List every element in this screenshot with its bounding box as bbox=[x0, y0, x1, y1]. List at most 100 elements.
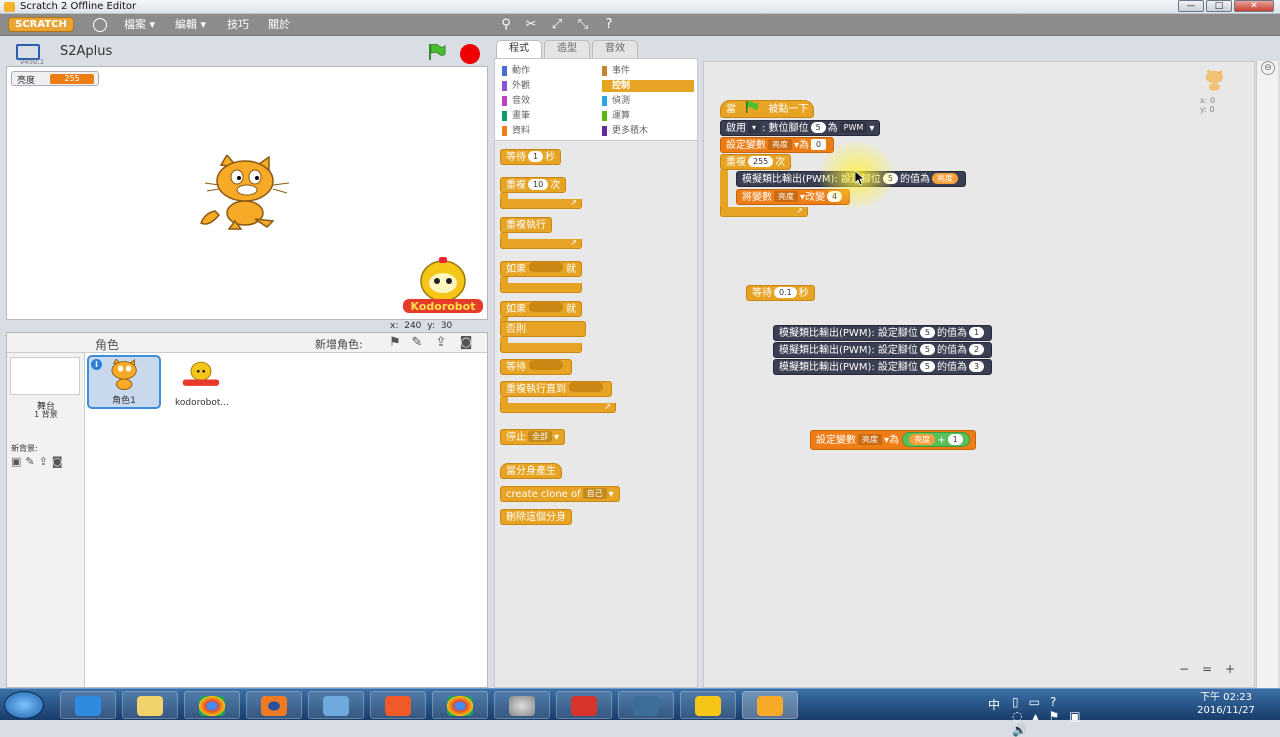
block-palette: 動作 事件 外觀 控制 音效 偵測 畫筆 運算 資料 更多積木 等待 1 秒 重複 1… bbox=[494, 58, 698, 688]
clock[interactable]: 下午 02:23 2016/11/27 bbox=[1186, 691, 1266, 717]
cat-icon bbox=[1205, 68, 1224, 91]
camera-icon[interactable]: ◙ bbox=[458, 335, 474, 351]
language-globe-icon[interactable] bbox=[93, 18, 107, 32]
stop-button[interactable] bbox=[460, 44, 480, 64]
sprite-name: kodorobot... bbox=[175, 398, 229, 408]
block-if-else[interactable]: 如果就 bbox=[500, 301, 582, 317]
category-sensing[interactable]: 偵測 bbox=[602, 95, 630, 107]
category-looks[interactable]: 外觀 bbox=[502, 80, 530, 92]
close-button[interactable]: ✕ bbox=[1234, 0, 1274, 12]
upload-sprite-icon[interactable]: ⇪ bbox=[433, 335, 449, 351]
block-repeat-script[interactable]: 重複 255 次 bbox=[720, 154, 792, 170]
block-analog-write-loose[interactable]: 模擬類比輸出(PWM): 設定腳位 5 的值為 3 bbox=[773, 359, 993, 375]
taskbar-app-8[interactable] bbox=[494, 691, 550, 719]
script-scrollbar[interactable]: ⊖ bbox=[1256, 61, 1278, 688]
menu-file[interactable]: 檔案 ▾ bbox=[124, 17, 155, 33]
taskbar-app-5[interactable] bbox=[308, 691, 364, 719]
menu-bar: SCRATCH 檔案 ▾ 編輯 ▾ 技巧 關於 ⚲ ✂ ⤢ ⤡ ? bbox=[0, 14, 1280, 36]
block-wait-until[interactable]: 等待 bbox=[500, 359, 572, 375]
zoom-fit-icon[interactable]: ⊖ bbox=[1261, 61, 1275, 75]
block-stop[interactable]: 停止 全部 ▾ bbox=[500, 429, 566, 445]
taskbar-chrome-2[interactable] bbox=[432, 691, 488, 719]
category-more-blocks[interactable]: 更多積木 bbox=[602, 125, 648, 137]
block-repeat-until[interactable]: 重複執行直到 bbox=[500, 381, 612, 397]
shrink-icon[interactable]: ⤡ bbox=[575, 17, 591, 33]
block-enable-pin[interactable]: 啟用 ▾: 數位腳位 5 為 PWM ▾ bbox=[720, 120, 881, 136]
repeat-arrow-icon: ↗ bbox=[500, 199, 582, 209]
operator-add-block[interactable]: 亮度 +1 bbox=[902, 432, 970, 447]
category-operators[interactable]: 運算 bbox=[602, 110, 630, 122]
script-area[interactable]: 當 被點一下 啟用 ▾: 數位腳位 5 為 PWM ▾ 設定變數 亮度 ▾為 0 重複 255 次 … bbox=[703, 61, 1255, 688]
block-wait[interactable]: 等待 1 秒 bbox=[500, 149, 562, 165]
block-when-clone-starts[interactable]: 當分身產生 bbox=[500, 463, 562, 479]
category-data[interactable]: 資料 bbox=[502, 125, 530, 137]
taskbar-chrome[interactable] bbox=[184, 691, 240, 719]
green-flag-icon[interactable] bbox=[428, 44, 446, 60]
tab-costumes[interactable]: 造型 bbox=[544, 40, 590, 58]
block-set-variable-expression[interactable]: 設定變數 亮度 ▾為 亮度 +1 bbox=[810, 430, 976, 450]
picture-icon bbox=[633, 696, 659, 716]
hat-block-when-flag-clicked[interactable]: 當 被點一下 bbox=[720, 100, 815, 118]
tab-scripts[interactable]: 程式 bbox=[496, 40, 542, 58]
taskbar-app-10[interactable] bbox=[618, 691, 674, 719]
menu-about[interactable]: 關於 bbox=[268, 17, 290, 33]
category-events[interactable]: 事件 bbox=[602, 65, 630, 77]
category-motion[interactable]: 動作 bbox=[502, 65, 530, 77]
maximize-button[interactable]: □ bbox=[1206, 0, 1232, 12]
tab-sounds[interactable]: 音效 bbox=[592, 40, 638, 58]
scratch-cat-sprite[interactable] bbox=[199, 155, 295, 233]
zoom-reset-icon[interactable]: = bbox=[1199, 661, 1215, 677]
block-forever[interactable]: 重複執行 bbox=[500, 217, 552, 233]
category-control[interactable]: 控制 bbox=[602, 80, 694, 92]
sprite-library-icon[interactable]: ⚑ bbox=[387, 335, 403, 351]
block-if[interactable]: 如果就 bbox=[500, 261, 582, 277]
sprite-tile-cat[interactable]: i 角色1 bbox=[87, 355, 161, 409]
info-icon[interactable]: i bbox=[91, 359, 102, 370]
backdrop-tools[interactable]: ▣✎⇪◙ bbox=[11, 455, 67, 468]
delete-scissors-icon[interactable]: ✂ bbox=[523, 17, 539, 33]
scratch-logo[interactable]: SCRATCH bbox=[8, 17, 74, 32]
sprite-tile-kodorobot[interactable]: kodorobot... bbox=[165, 355, 239, 409]
block-wait-loose[interactable]: 等待 0.1 秒 bbox=[746, 285, 815, 301]
variable-monitor[interactable]: 亮度 255 bbox=[11, 71, 99, 86]
minimize-button[interactable]: — bbox=[1178, 0, 1204, 12]
taskbar-explorer[interactable] bbox=[122, 691, 178, 719]
category-pen[interactable]: 畫筆 bbox=[502, 110, 530, 122]
disc-icon bbox=[509, 696, 535, 716]
block-analog-write-loose[interactable]: 模擬類比輸出(PWM): 設定腳位 5 的值為 1 bbox=[773, 325, 993, 341]
stage-thumbnail[interactable] bbox=[10, 357, 80, 395]
duplicate-stamp-icon[interactable]: ⚲ bbox=[498, 17, 514, 33]
block-repeat[interactable]: 重複 10 次 bbox=[500, 177, 567, 193]
taskbar-firefox[interactable] bbox=[246, 691, 302, 719]
taskbar-scratch[interactable] bbox=[742, 691, 798, 719]
tray-icons[interactable]: ▯▭?◌▴⚑▣🔊 bbox=[1012, 695, 1091, 737]
block-create-clone[interactable]: create clone of 自己 ▾ bbox=[500, 486, 620, 502]
sprite-panel: 角色 新增角色: ⚑ ✎ ⇪ ◙ 舞台 1 背景 新背景: ▣✎⇪◙ i 角色1… bbox=[6, 332, 488, 688]
category-sound[interactable]: 音效 bbox=[502, 95, 530, 107]
taskbar-kodorobot[interactable] bbox=[680, 691, 736, 719]
window-icon bbox=[323, 696, 349, 716]
taskbar-ie[interactable] bbox=[60, 691, 116, 719]
menu-edit[interactable]: 編輯 ▾ bbox=[175, 17, 206, 33]
paint-sprite-icon[interactable]: ✎ bbox=[409, 335, 425, 351]
taskbar-app-9[interactable] bbox=[556, 691, 612, 719]
help-icon[interactable]: ? bbox=[601, 17, 617, 33]
start-button[interactable] bbox=[4, 691, 44, 719]
folder-icon bbox=[137, 696, 163, 716]
window-title: Scratch 2 Offline Editor bbox=[20, 1, 137, 12]
block-set-variable[interactable]: 設定變數 亮度 ▾為 0 bbox=[720, 137, 835, 153]
menu-tips[interactable]: 技巧 bbox=[227, 17, 249, 33]
block-delete-clone[interactable]: 刪除這個分身 bbox=[500, 509, 572, 525]
project-name[interactable]: S2Aplus bbox=[60, 44, 112, 59]
zoom-in-icon[interactable]: + bbox=[1222, 661, 1238, 677]
taskbar: 中 ▯▭?◌▴⚑▣🔊 下午 02:23 2016/11/27 bbox=[0, 688, 1280, 737]
kodorobot-thumbnail-icon bbox=[182, 361, 220, 386]
stage[interactable]: 亮度 255 Kodorobot bbox=[6, 66, 488, 320]
kodorobot-sprite[interactable]: Kodorobot bbox=[399, 255, 487, 319]
block-analog-write-loose[interactable]: 模擬類比輸出(PWM): 設定腳位 5 的值為 2 bbox=[773, 342, 993, 358]
grow-icon[interactable]: ⤢ bbox=[549, 17, 565, 33]
zoom-out-icon[interactable]: − bbox=[1176, 661, 1192, 677]
repeat-arrow-icon: ↗ bbox=[720, 207, 808, 217]
taskbar-app-6[interactable] bbox=[370, 691, 426, 719]
language-indicator[interactable]: 中 bbox=[988, 696, 1000, 713]
